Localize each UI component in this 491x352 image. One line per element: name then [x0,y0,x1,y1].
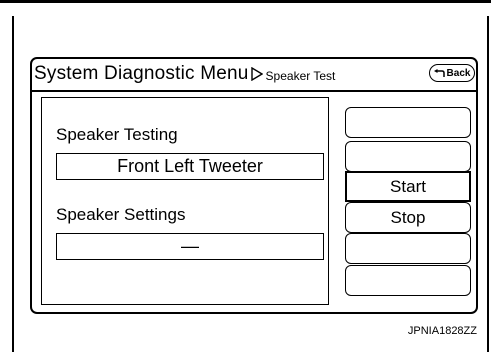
top-border [0,0,491,3]
blank-button-3[interactable] [345,233,471,264]
back-label: Back [446,67,471,79]
return-arrow-icon [433,68,446,78]
speaker-settings-value: — [56,233,324,260]
speaker-info-panel: Speaker Testing Front Left Tweeter Speak… [41,97,329,305]
triangle-right-icon [250,66,263,82]
speaker-testing-label: Speaker Testing [56,125,178,144]
blank-button-2[interactable] [345,141,471,172]
header-divider [32,90,476,92]
stop-button[interactable]: Stop [345,202,471,233]
speaker-settings-label: Speaker Settings [56,205,186,224]
blank-button-1[interactable] [345,107,471,138]
start-button[interactable]: Start [345,171,471,202]
speaker-testing-value: Front Left Tweeter [56,153,324,180]
screen-header: System Diagnostic Menu Speaker Test [34,59,335,89]
page-title: System Diagnostic Menu [34,63,249,84]
back-button[interactable]: Back [429,64,475,82]
figure-code: JPNIA1828ZZ [407,325,477,337]
display-screen: System Diagnostic Menu Speaker Test Back… [30,57,478,314]
breadcrumb-current: Speaker Test [265,68,336,83]
blank-button-4[interactable] [345,265,471,296]
